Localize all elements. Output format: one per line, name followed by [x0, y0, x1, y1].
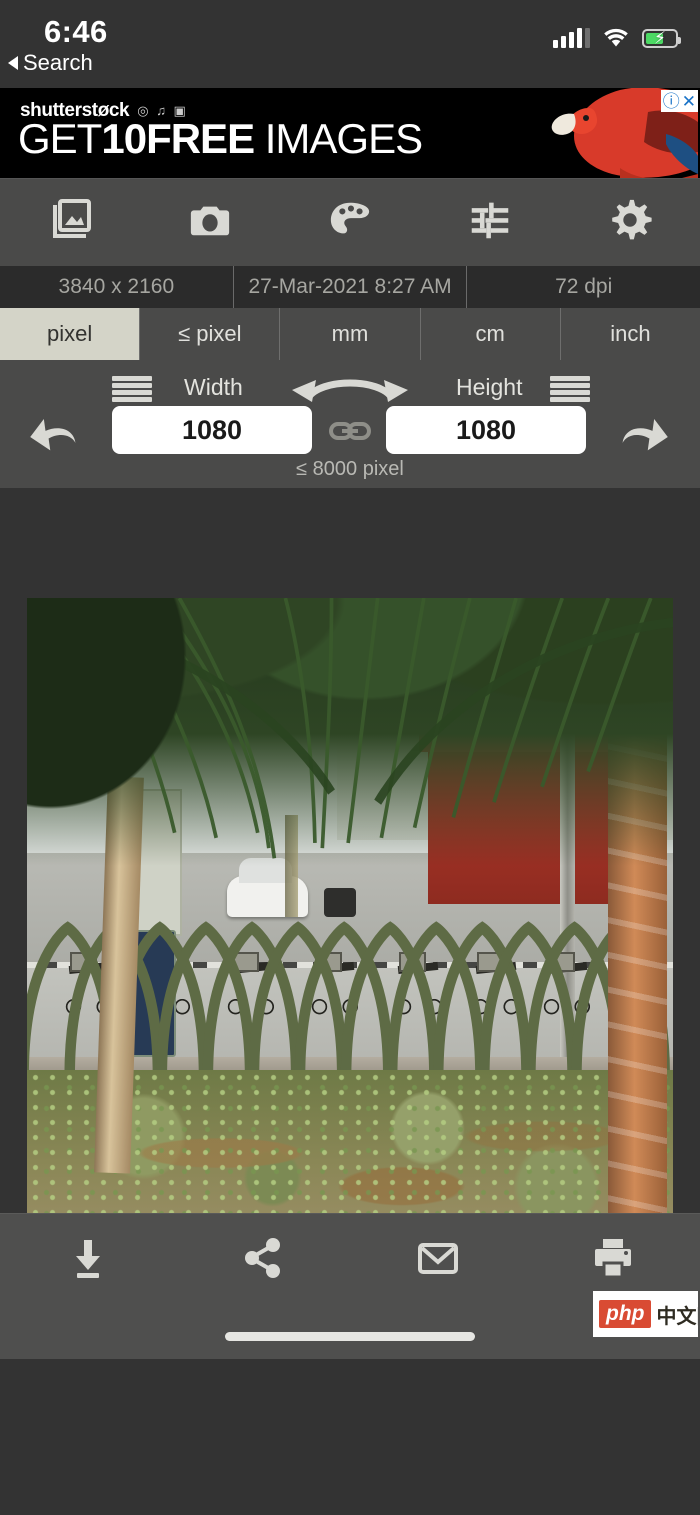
adjust-sliders-icon [469, 199, 511, 246]
wifi-icon [603, 28, 629, 48]
gallery-icon [47, 197, 93, 248]
ad-headline-number: 10 [101, 115, 147, 162]
undo-button[interactable] [26, 412, 82, 458]
ad-info-icon[interactable]: ⓘ [663, 93, 680, 110]
mail-icon [416, 1236, 460, 1285]
back-to-search-link[interactable]: Search [8, 50, 93, 76]
height-menu-icon[interactable] [550, 376, 590, 402]
print-icon [591, 1236, 635, 1285]
info-dimensions: 3840 x 2160 [58, 275, 175, 298]
camera-icon [188, 198, 232, 247]
share-icon [241, 1236, 285, 1285]
home-indicator[interactable] [225, 1332, 475, 1341]
download-icon [66, 1236, 110, 1285]
info-dpi: 72 dpi [466, 266, 700, 308]
toolbar-button-camera[interactable] [140, 179, 280, 266]
charging-bolt-icon: ⚡ [654, 28, 666, 48]
chain-link-icon[interactable] [328, 416, 372, 446]
tab-unit-max-pixel[interactable]: ≤ pixel [140, 308, 281, 360]
watermark-tag: php [599, 1300, 652, 1328]
width-label: Width [184, 374, 243, 400]
palette-icon [328, 198, 372, 247]
advertisement-banner[interactable]: shutterstøck ◎ ♫ ▣ GET10FREE IMAGES ⓘ ✕ [0, 88, 700, 178]
gear-icon [608, 198, 652, 247]
tab-unit-pixel[interactable]: pixel [0, 308, 141, 360]
ad-close-icon[interactable]: ✕ [682, 93, 696, 110]
photo-scene [27, 598, 673, 1236]
ad-headline-free: FREE [146, 115, 255, 162]
status-bar: 6:46 Search ⚡ [0, 0, 700, 88]
toolbar-button-gallery[interactable] [0, 179, 140, 266]
info-datetime: 27-Mar-2021 8:27 AM [232, 266, 467, 308]
status-time: 6:46 [44, 14, 108, 49]
toolbar-button-settings[interactable] [560, 179, 700, 266]
image-info-bar: 3840 x 2160 27-Mar-2021 8:27 AM 72 dpi [0, 266, 700, 308]
toolbar-button-palette[interactable] [280, 179, 420, 266]
back-label: Search [23, 50, 93, 75]
image-preview[interactable] [27, 598, 673, 1236]
ad-headline-images: IMAGES [264, 115, 423, 162]
height-input[interactable]: 1080 [386, 406, 586, 454]
battery-charging-icon: ⚡ [642, 28, 681, 48]
max-size-hint: ≤ 8000 pixel [296, 458, 404, 480]
tab-unit-cm[interactable]: cm [421, 308, 561, 360]
resize-panel: Width Height 1080 1080 ≤ 8000 pixel [0, 360, 700, 488]
status-indicators: ⚡ [553, 28, 681, 48]
unit-tabs: pixel ≤ pixel mm cm inch [0, 308, 700, 360]
download-button[interactable] [0, 1214, 175, 1306]
toolbar-button-adjust[interactable] [420, 179, 560, 266]
ad-headline-get: GET [18, 115, 102, 162]
width-input[interactable]: 1080 [112, 406, 312, 454]
preview-area: 4.4 MB → 1021.75 KB [0, 488, 700, 1359]
tab-unit-inch[interactable]: inch [561, 308, 700, 360]
width-menu-icon[interactable] [112, 376, 152, 402]
swap-arrows-icon[interactable] [282, 368, 418, 404]
share-button[interactable] [175, 1214, 350, 1306]
bottom-toolbar: php 中文网 [0, 1213, 700, 1359]
watermark: php 中文网 [593, 1291, 698, 1337]
ad-headline: GET10FREE IMAGES [18, 115, 423, 162]
height-label: Height [456, 374, 523, 400]
redo-button[interactable] [616, 412, 672, 458]
mail-button[interactable] [350, 1214, 525, 1306]
ad-controls[interactable]: ⓘ ✕ [660, 90, 698, 112]
top-toolbar [0, 178, 700, 266]
signal-bars-icon [553, 28, 590, 48]
back-arrow-icon [8, 56, 18, 70]
tab-unit-mm[interactable]: mm [280, 308, 421, 360]
watermark-text: 中文网 [656, 1305, 698, 1328]
